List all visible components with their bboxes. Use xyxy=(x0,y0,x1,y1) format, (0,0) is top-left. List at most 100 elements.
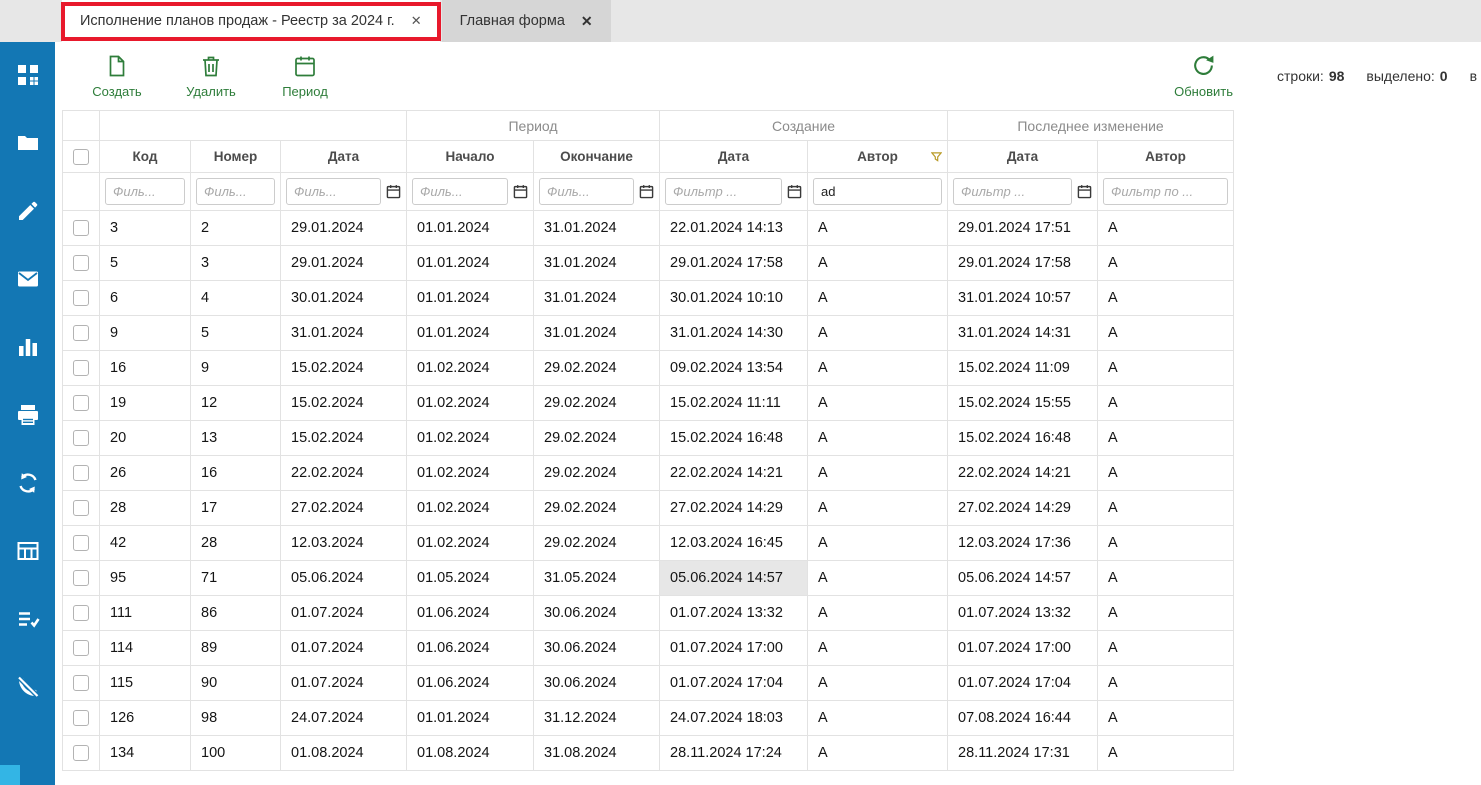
printer-icon[interactable] xyxy=(16,403,40,427)
filter-input[interactable] xyxy=(813,178,942,205)
cell[interactable]: 19 xyxy=(100,386,191,421)
cell[interactable]: 28.11.2024 17:24 xyxy=(660,736,808,771)
row-checkbox[interactable] xyxy=(73,535,89,551)
cell[interactable]: 12 xyxy=(191,386,281,421)
cell[interactable]: A xyxy=(1098,211,1234,246)
cell[interactable]: 01.02.2024 xyxy=(407,421,534,456)
cell[interactable]: A xyxy=(808,596,948,631)
cell[interactable]: 01.02.2024 xyxy=(407,351,534,386)
row-checkbox[interactable] xyxy=(73,290,89,306)
cell[interactable]: 30.06.2024 xyxy=(534,596,660,631)
cell[interactable]: A xyxy=(1098,666,1234,701)
cell[interactable]: 01.02.2024 xyxy=(407,386,534,421)
cell[interactable]: 30.06.2024 xyxy=(534,666,660,701)
close-icon[interactable]: ✕ xyxy=(411,13,422,29)
cell[interactable]: A xyxy=(808,631,948,666)
column-header-code[interactable]: Код xyxy=(100,141,191,173)
cell[interactable]: 24.07.2024 xyxy=(281,701,407,736)
row-checkbox[interactable] xyxy=(73,325,89,341)
cell[interactable]: 12.03.2024 16:45 xyxy=(660,526,808,561)
cell[interactable]: 01.07.2024 13:32 xyxy=(948,596,1098,631)
table-row[interactable]: 3229.01.202401.01.202431.01.202422.01.20… xyxy=(63,211,1234,246)
table-row[interactable]: 422812.03.202401.02.202429.02.202412.03.… xyxy=(63,526,1234,561)
filter-input[interactable] xyxy=(1103,178,1228,205)
cell[interactable]: 30.01.2024 10:10 xyxy=(660,281,808,316)
cell[interactable]: 28.11.2024 17:31 xyxy=(948,736,1098,771)
cell[interactable]: 29.02.2024 xyxy=(534,526,660,561)
cell[interactable]: 31.01.2024 xyxy=(534,316,660,351)
table-row[interactable]: 281727.02.202401.02.202429.02.202427.02.… xyxy=(63,491,1234,526)
table-row[interactable]: 191215.02.202401.02.202429.02.202415.02.… xyxy=(63,386,1234,421)
create-button[interactable]: Создать xyxy=(91,54,143,99)
cell[interactable]: 22.01.2024 14:13 xyxy=(660,211,808,246)
cell[interactable]: 98 xyxy=(191,701,281,736)
cell[interactable]: 31.01.2024 xyxy=(281,316,407,351)
cell[interactable]: 15.02.2024 11:09 xyxy=(948,351,1098,386)
apps-grid-icon[interactable] xyxy=(16,63,40,87)
cell[interactable]: 01.07.2024 17:04 xyxy=(660,666,808,701)
cell[interactable]: 71 xyxy=(191,561,281,596)
cell[interactable]: 31.01.2024 14:30 xyxy=(660,316,808,351)
cell[interactable]: A xyxy=(1098,351,1234,386)
table-row[interactable]: 9531.01.202401.01.202431.01.202431.01.20… xyxy=(63,316,1234,351)
column-header-number[interactable]: Номер xyxy=(191,141,281,173)
table-icon[interactable] xyxy=(16,539,40,563)
checklist-icon[interactable] xyxy=(16,607,40,631)
cell[interactable]: 5 xyxy=(100,246,191,281)
cell[interactable]: 05.06.2024 xyxy=(281,561,407,596)
row-checkbox[interactable] xyxy=(73,360,89,376)
bar-chart-icon[interactable] xyxy=(16,335,40,359)
cell[interactable]: 15.02.2024 xyxy=(281,351,407,386)
cell[interactable]: 13 xyxy=(191,421,281,456)
cell[interactable]: 89 xyxy=(191,631,281,666)
cell[interactable]: 22.02.2024 xyxy=(281,456,407,491)
cell[interactable]: 01.06.2024 xyxy=(407,596,534,631)
cell[interactable]: 01.06.2024 xyxy=(407,666,534,701)
cell[interactable]: A xyxy=(808,491,948,526)
row-checkbox[interactable] xyxy=(73,500,89,516)
cell[interactable]: 3 xyxy=(191,246,281,281)
filter-input[interactable] xyxy=(286,178,381,205)
refresh-button[interactable]: Обновить xyxy=(1174,53,1233,99)
sync-icon[interactable] xyxy=(16,471,40,495)
cell[interactable]: A xyxy=(808,351,948,386)
cell[interactable]: 27.02.2024 xyxy=(281,491,407,526)
cell[interactable]: 26 xyxy=(100,456,191,491)
filter-input[interactable] xyxy=(412,178,508,205)
cell[interactable]: A xyxy=(808,701,948,736)
tab-main-form[interactable]: Главная форма ✕ xyxy=(442,0,611,42)
pencil-icon[interactable] xyxy=(16,199,40,223)
cell[interactable]: A xyxy=(1098,526,1234,561)
table-row[interactable]: 1118601.07.202401.06.202430.06.202401.07… xyxy=(63,596,1234,631)
cell[interactable]: 15.02.2024 11:11 xyxy=(660,386,808,421)
column-header-end[interactable]: Окончание xyxy=(534,141,660,173)
filter-input[interactable] xyxy=(665,178,782,205)
filter-input[interactable] xyxy=(105,178,185,205)
row-checkbox[interactable] xyxy=(73,675,89,691)
table-row[interactable]: 1269824.07.202401.01.202431.12.202424.07… xyxy=(63,701,1234,736)
cell[interactable]: A xyxy=(808,561,948,596)
cell[interactable]: 15.02.2024 xyxy=(281,421,407,456)
period-button[interactable]: Период xyxy=(279,54,331,99)
cell[interactable]: A xyxy=(1098,561,1234,596)
cell[interactable]: 31.08.2024 xyxy=(534,736,660,771)
cell[interactable]: 01.02.2024 xyxy=(407,456,534,491)
table-row[interactable]: 261622.02.202401.02.202429.02.202422.02.… xyxy=(63,456,1234,491)
cell[interactable]: 29.02.2024 xyxy=(534,456,660,491)
phone-disabled-icon[interactable] xyxy=(16,675,40,699)
cell[interactable]: A xyxy=(808,736,948,771)
column-header-modified-date[interactable]: Дата xyxy=(948,141,1098,173)
cell[interactable]: A xyxy=(808,386,948,421)
cell[interactable]: 07.08.2024 16:44 xyxy=(948,701,1098,736)
table-row[interactable]: 16915.02.202401.02.202429.02.202409.02.2… xyxy=(63,351,1234,386)
cell[interactable]: 29.01.2024 xyxy=(281,246,407,281)
cell[interactable]: A xyxy=(1098,701,1234,736)
cell[interactable]: 31.01.2024 10:57 xyxy=(948,281,1098,316)
cell[interactable]: A xyxy=(808,456,948,491)
cell[interactable]: 01.08.2024 xyxy=(407,736,534,771)
calendar-icon[interactable] xyxy=(386,184,401,199)
select-all-checkbox[interactable] xyxy=(73,149,89,165)
cell[interactable]: 29.02.2024 xyxy=(534,491,660,526)
cell[interactable]: 30.01.2024 xyxy=(281,281,407,316)
cell[interactable]: 9 xyxy=(191,351,281,386)
